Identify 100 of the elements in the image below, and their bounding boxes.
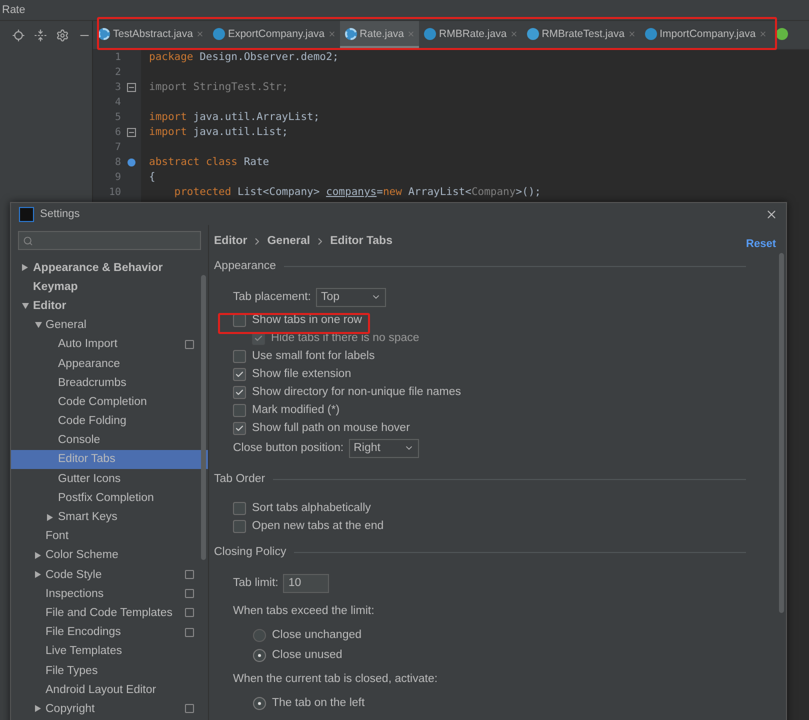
scrollbar[interactable] bbox=[779, 253, 784, 613]
class-icon bbox=[344, 28, 357, 40]
tree-item[interactable]: Smart Keys bbox=[11, 507, 208, 527]
radio-button[interactable] bbox=[253, 696, 266, 710]
class-icon bbox=[644, 28, 657, 40]
section-title: Appearance bbox=[214, 260, 276, 272]
dropdown[interactable]: Top bbox=[316, 288, 386, 306]
dropdown[interactable]: Right bbox=[348, 438, 419, 458]
radio-label: Close unchanged bbox=[272, 629, 362, 641]
code-line: { bbox=[149, 170, 156, 185]
caret-down-icon[interactable] bbox=[22, 302, 29, 309]
class-icon bbox=[212, 28, 225, 40]
close-icon[interactable] bbox=[510, 30, 518, 38]
tree-item[interactable]: Font bbox=[11, 526, 208, 546]
section-title: Closing Policy bbox=[214, 546, 286, 558]
line-number: 3 bbox=[114, 81, 121, 95]
close-icon[interactable] bbox=[758, 30, 767, 38]
editor-tab[interactable]: ExportCompany.java bbox=[208, 21, 340, 49]
tree-item[interactable]: Inspections bbox=[11, 584, 208, 604]
tree-item[interactable]: Color Scheme bbox=[11, 546, 208, 565]
tree-item[interactable]: Breadcrumbs bbox=[11, 373, 208, 392]
radio-button[interactable] bbox=[253, 648, 266, 662]
app-logo-icon bbox=[19, 206, 34, 222]
copy-icon bbox=[185, 704, 194, 714]
override-icon[interactable] bbox=[126, 158, 136, 167]
breadcrumb-item: Editor bbox=[214, 235, 248, 247]
radio-label: The tab on the left bbox=[272, 697, 365, 709]
line-number: 1 bbox=[114, 51, 121, 65]
tree-item[interactable]: Auto Import bbox=[11, 334, 208, 354]
breadcrumb-item: General bbox=[267, 235, 310, 247]
line-number: 10 bbox=[108, 186, 121, 200]
window-title: Rate bbox=[2, 4, 26, 16]
tree-item[interactable]: Gutter Icons bbox=[11, 469, 208, 488]
input-field[interactable]: 10 bbox=[283, 574, 330, 592]
tree-item[interactable]: Live Templates bbox=[11, 642, 208, 661]
tree-item[interactable]: Code Completion bbox=[11, 392, 208, 412]
dialog-title: Settings bbox=[40, 208, 81, 220]
checkbox[interactable] bbox=[233, 502, 246, 514]
editor-tab[interactable]: RMBrateTest.java bbox=[522, 21, 640, 49]
tree-item[interactable]: Android Layout Editor bbox=[11, 680, 208, 700]
caret-right-icon[interactable] bbox=[34, 705, 40, 712]
editor-tab[interactable]: RMBRate.java bbox=[419, 21, 522, 49]
close-icon[interactable] bbox=[765, 208, 778, 220]
tree-item[interactable]: Copyright bbox=[11, 699, 208, 718]
tree-item[interactable]: File Encodings bbox=[11, 622, 208, 642]
editor-tab[interactable]: ImportCompany.java bbox=[640, 21, 771, 49]
editor-tab[interactable]: TestAbstract.java bbox=[93, 21, 208, 49]
search-icon bbox=[23, 236, 33, 246]
line-number: 7 bbox=[114, 141, 121, 155]
caret-right-icon[interactable] bbox=[34, 552, 40, 559]
checkbox[interactable] bbox=[233, 368, 246, 380]
search-field[interactable] bbox=[18, 231, 201, 250]
code-line: package Design.Observer.demo2; bbox=[149, 50, 340, 65]
caret-down-icon[interactable] bbox=[34, 322, 42, 328]
checkbox[interactable] bbox=[233, 422, 246, 434]
caret-right-icon[interactable] bbox=[47, 514, 53, 521]
line-number: 5 bbox=[114, 111, 121, 125]
line-number: 2 bbox=[114, 66, 121, 80]
settings-icon[interactable] bbox=[56, 28, 69, 42]
tree-item[interactable]: File and Code Templates bbox=[11, 603, 208, 623]
reset-link[interactable]: Reset bbox=[746, 238, 776, 250]
fold-icon[interactable] bbox=[126, 128, 136, 137]
tree-item[interactable]: Code Folding bbox=[11, 412, 208, 431]
checkbox[interactable] bbox=[233, 404, 246, 416]
locate-icon[interactable] bbox=[12, 28, 25, 42]
tree-item[interactable]: Code Style bbox=[11, 565, 208, 584]
checkbox[interactable] bbox=[233, 386, 246, 398]
close-icon[interactable] bbox=[628, 30, 636, 38]
tree-item[interactable]: Appearance & Behavior bbox=[11, 258, 208, 278]
tree-item[interactable]: Appearance bbox=[11, 354, 208, 374]
fold-icon[interactable] bbox=[126, 83, 136, 92]
tree-item[interactable]: Postfix Completion bbox=[11, 488, 208, 508]
code-line: abstract class Rate bbox=[149, 155, 270, 170]
tree-item[interactable]: Editor bbox=[11, 296, 208, 316]
code-line: import StringTest.Str; bbox=[149, 80, 290, 95]
tree-item[interactable]: Keymap bbox=[11, 277, 208, 296]
caret-right-icon[interactable] bbox=[34, 571, 40, 578]
class-icon bbox=[424, 28, 436, 40]
editor-tab[interactable]: Rate.java bbox=[340, 21, 419, 49]
close-icon[interactable] bbox=[328, 30, 336, 38]
checkbox-label: Open new tabs at the end bbox=[252, 520, 384, 532]
checkbox-label: Show full path on mouse hover bbox=[252, 422, 410, 434]
checkbox[interactable] bbox=[233, 350, 246, 362]
collapse-icon[interactable] bbox=[34, 28, 47, 42]
tree-item[interactable]: Console bbox=[11, 430, 208, 450]
caret-right-icon[interactable] bbox=[22, 264, 28, 272]
code-line: import java.util.ArrayList; bbox=[149, 110, 321, 125]
checkbox[interactable] bbox=[233, 520, 246, 532]
checkbox-label: Show directory for non-unique file names bbox=[252, 386, 462, 398]
radio-label: Close unused bbox=[272, 649, 342, 661]
line-number: 9 bbox=[114, 171, 121, 185]
line-number: 8 bbox=[114, 156, 121, 170]
tree-item[interactable]: General bbox=[11, 316, 208, 335]
tree-item[interactable]: File Types bbox=[11, 660, 208, 680]
scrollbar[interactable] bbox=[201, 275, 206, 560]
radio-button[interactable] bbox=[253, 628, 266, 642]
close-icon[interactable] bbox=[196, 30, 204, 38]
checkbox-label: Show file extension bbox=[252, 368, 352, 380]
code-line: import java.util.List; bbox=[149, 125, 290, 140]
checkbox-label: Use small font for labels bbox=[252, 350, 375, 362]
